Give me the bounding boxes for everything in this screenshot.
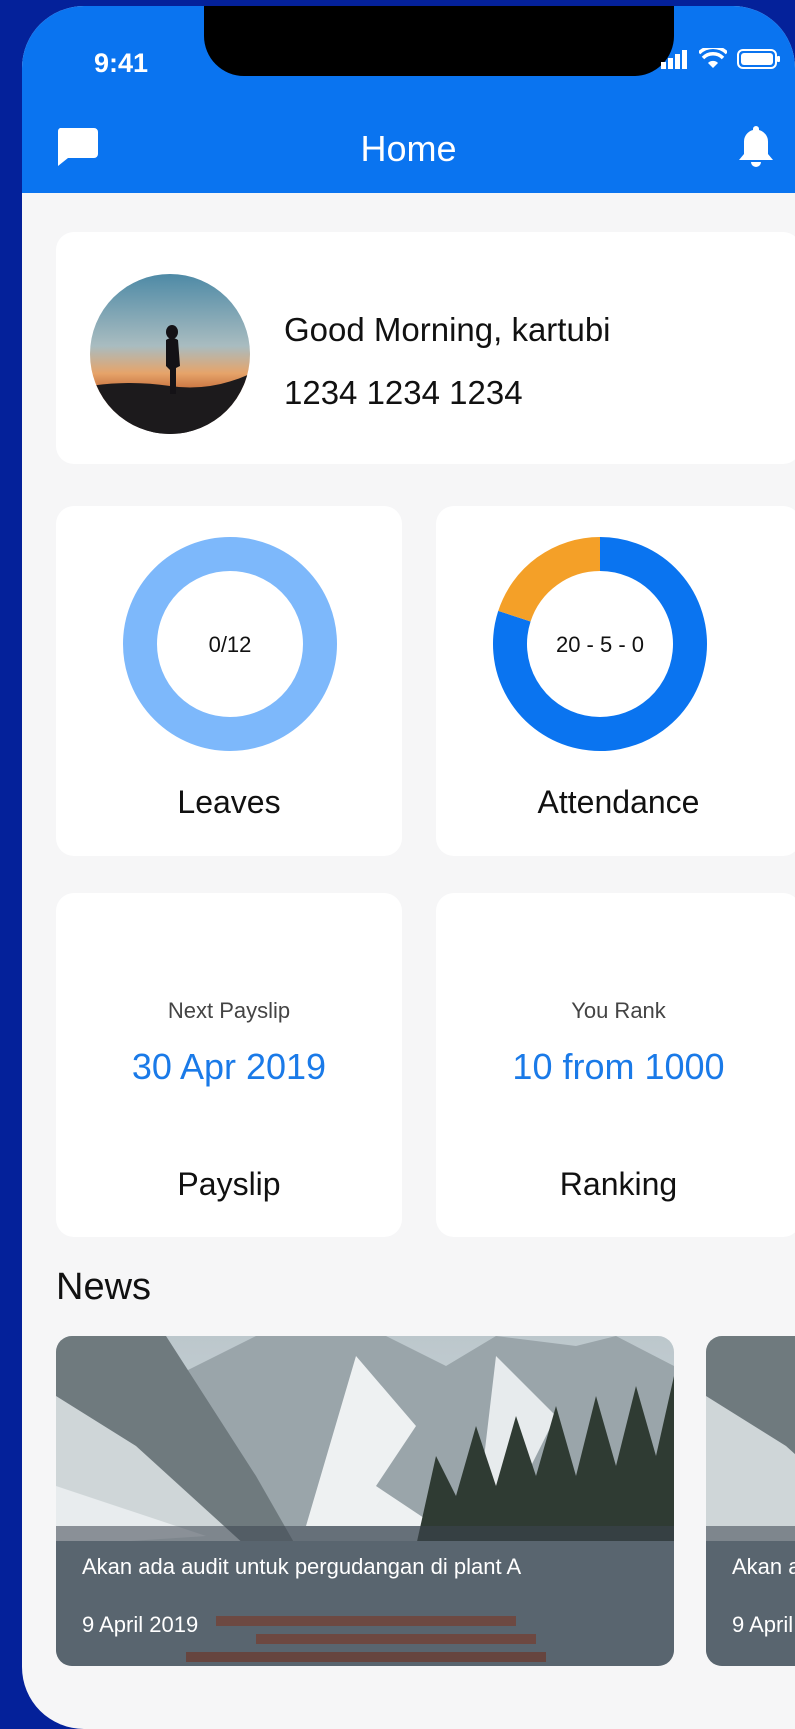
employee-id: 1234 1234 1234 [284, 374, 523, 411]
news-card[interactable]: Akan ada audit untuk pergudangan di plan… [56, 1336, 674, 1666]
signal-icon [661, 50, 687, 69]
ranking-value: 10 from 1000 [512, 1046, 725, 1087]
page-title: Home [360, 128, 457, 169]
leaves-value: 0/12 [208, 632, 252, 657]
ranking-label: Ranking [559, 1166, 678, 1202]
bell-icon[interactable] [738, 124, 774, 168]
payslip-caption: Next Payslip [167, 998, 291, 1023]
header-bar: 9:41 Home [22, 6, 795, 193]
wifi-icon [699, 48, 727, 68]
news-overlay [56, 1526, 674, 1666]
payslip-label: Payslip [177, 1166, 281, 1202]
news-headline: Akan ada audit untuk pergudangan di plan… [732, 1554, 795, 1579]
news-card[interactable]: Akan ada audit untuk pergudangan di plan… [706, 1336, 795, 1666]
status-icons [661, 48, 781, 70]
battery-icon [737, 49, 780, 69]
phone-screen: 9:41 Home Good Morning, kartubi 1234 123… [22, 6, 795, 1729]
greeting-text: Good Morning, kartubi [284, 311, 611, 348]
status-time: 9:41 [94, 48, 149, 78]
device-notch [204, 6, 674, 76]
news-overlay [706, 1526, 795, 1666]
news-section-title: News [56, 1266, 152, 1308]
news-date: 9 April 2019 [732, 1612, 795, 1637]
attendance-ring-segment [498, 537, 601, 623]
ranking-caption: You Rank [571, 998, 666, 1023]
attendance-value: 20 - 5 - 0 [555, 632, 645, 657]
attendance-label: Attendance [537, 784, 700, 820]
news-date: 9 April 2019 [82, 1612, 199, 1637]
avatar [90, 274, 250, 434]
payslip-date: 30 Apr 2019 [131, 1046, 327, 1087]
leaves-label: Leaves [177, 784, 281, 820]
news-headline: Akan ada audit untuk pergudangan di plan… [82, 1554, 522, 1579]
